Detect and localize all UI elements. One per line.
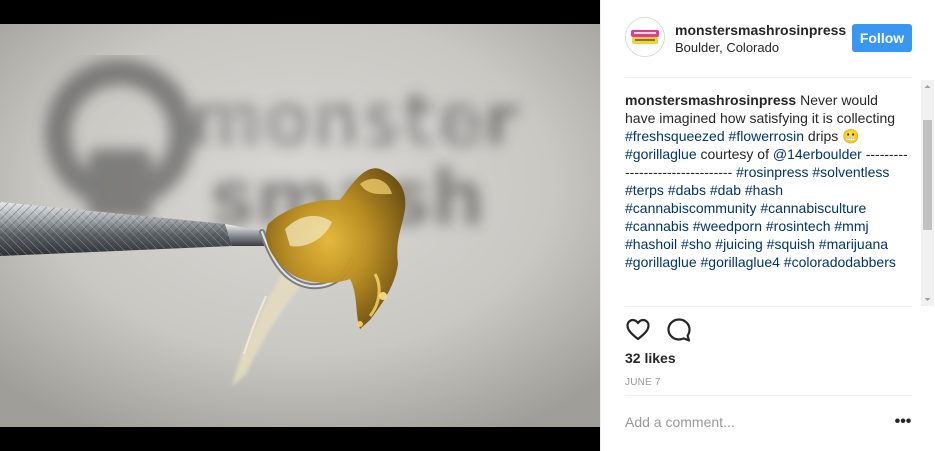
comment-icon[interactable] (666, 317, 692, 343)
post-username[interactable]: monstersmashrosinpress (675, 22, 846, 38)
likes-count[interactable]: 32 likes (625, 350, 676, 366)
more-options-icon[interactable]: ••• (894, 412, 912, 432)
hashtag-link[interactable]: #freshsqueezed (625, 128, 725, 144)
caption-text: drips (807, 128, 839, 144)
post-date[interactable]: JUNE 7 (625, 377, 661, 388)
divider (625, 77, 912, 78)
caption-username[interactable]: monstersmashrosinpress (625, 92, 796, 108)
caption-text: courtesy of (700, 146, 769, 162)
divider (625, 306, 912, 307)
avatar[interactable] (625, 17, 665, 57)
scroll-up-arrow-icon[interactable] (921, 80, 934, 93)
svg-text:monster: monster (200, 87, 482, 157)
scrollbar-thumb[interactable] (923, 120, 932, 230)
comment-input[interactable] (625, 409, 885, 435)
grimace-emoji-icon: 😬 (842, 128, 860, 144)
caption-area: monstersmashrosinpress Never would have … (625, 91, 909, 305)
divider (625, 395, 912, 396)
post-details-panel: monstersmashrosinpress Boulder, Colorado… (600, 0, 935, 451)
caption: monstersmashrosinpress Never would have … (625, 91, 909, 271)
scroll-down-arrow-icon[interactable] (921, 293, 934, 306)
mention-link[interactable]: @14erboulder (773, 146, 862, 162)
brand-logo-icon (626, 18, 664, 56)
post-image[interactable]: monster smash monster (0, 0, 600, 451)
hashtag-link[interactable]: #gorillaglue (625, 146, 697, 162)
follow-button[interactable]: Follow (852, 24, 912, 52)
post-header: monstersmashrosinpress Boulder, Colorado… (601, 0, 935, 78)
caption-scrollbar[interactable] (921, 80, 934, 306)
post-location[interactable]: Boulder, Colorado (675, 40, 779, 55)
rosin-photo: monster smash monster (0, 24, 600, 427)
heart-icon[interactable] (625, 317, 651, 343)
hashtag-link[interactable]: #flowerrosin (729, 128, 804, 144)
